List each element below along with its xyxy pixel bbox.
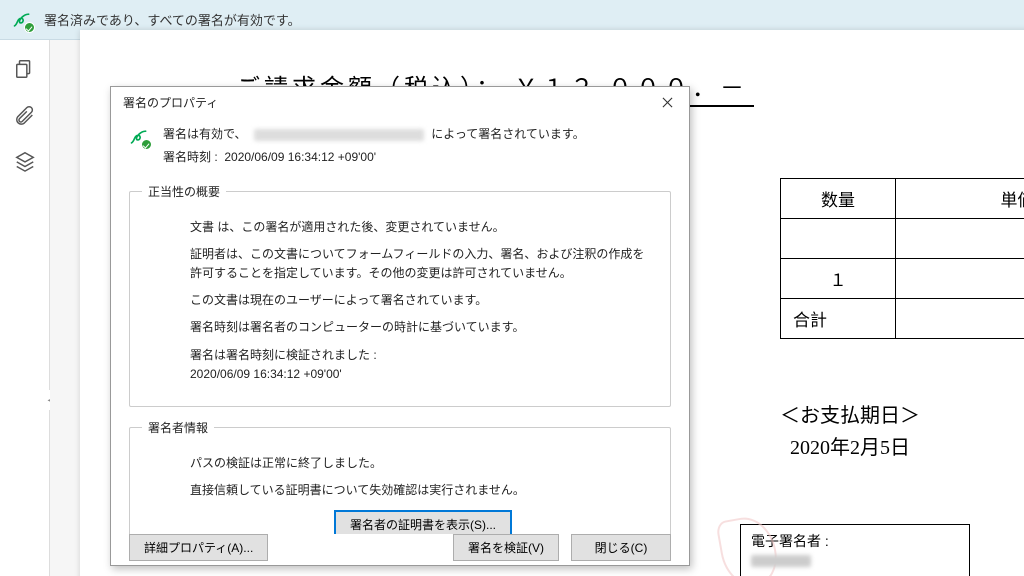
signature-valid-icon [12, 10, 32, 30]
show-certificate-button[interactable]: 署名者の証明書を表示(S)... [334, 510, 512, 534]
signature-valid-icon [129, 127, 149, 147]
close-button[interactable]: 閉じる(C) [571, 534, 671, 561]
advanced-properties-button[interactable]: 詳細プロパティ(A)... [129, 534, 268, 561]
dialog-summary-text: 署名は有効で、 によって署名されています。 署名時刻 : 2020/06/09 … [163, 123, 585, 169]
payment-due-date: 2020年2月5日 [740, 432, 960, 464]
qty-cell: １ [781, 259, 896, 299]
signature-status-text: 署名済みであり、すべての署名が有効です。 [44, 10, 301, 29]
col-header-qty: 数量 [781, 179, 896, 219]
dialog-titlebar: 署名のプロパティ [111, 87, 689, 117]
col-header-unitprice: 単価 [896, 179, 1024, 219]
dialog-close-button[interactable] [653, 91, 681, 113]
sign-time-label: 署名時刻 : [163, 150, 218, 164]
sign-time-value: 2020/06/09 16:34:12 +09'00' [224, 150, 376, 164]
invoice-table: 数量 単価 １ 合計 [780, 178, 1024, 339]
layers-panel-icon[interactable] [14, 150, 36, 172]
validity-line-3: この文書は現在のユーザーによって署名されています。 [190, 291, 656, 310]
validity-summary-legend: 正当性の概要 [142, 183, 226, 200]
signer-name-redacted [254, 129, 424, 141]
payment-due-block: ＜お支払期日＞ 2020年2月5日 [740, 400, 960, 464]
esign-signer-label: 電子署名者 : [751, 533, 829, 549]
validate-signature-button[interactable]: 署名を検証(V) [453, 534, 559, 561]
validity-line-1: 文書 は、この署名が適用された後、変更されていません。 [190, 218, 656, 237]
attachments-panel-icon[interactable] [14, 104, 36, 126]
pages-panel-icon[interactable] [14, 58, 36, 80]
signer-info-section: 署名者情報 パスの検証は正常に終了しました。 直接信頼している証明書について失効… [129, 419, 671, 534]
digital-signature-field[interactable]: 電子署名者 : 日付 : [740, 524, 970, 576]
validity-line-5: 署名は署名時刻に検証されました : 2020/06/09 16:34:12 +0… [190, 346, 656, 384]
signature-properties-dialog: 署名のプロパティ 署名は有効で、 によって署名されています。 署名時刻 : 20… [110, 86, 690, 566]
dialog-title-text: 署名のプロパティ [123, 94, 218, 111]
signer-info-legend: 署名者情報 [142, 419, 214, 436]
validity-line-2: 証明者は、この文書についてフォームフィールドの入力、署名、および注釈の作成を許可… [190, 245, 656, 283]
sum-label-cell: 合計 [781, 299, 896, 339]
validity-line-4: 署名時刻は署名者のコンピューターの時計に基づいています。 [190, 318, 656, 337]
esign-signer-redacted [751, 555, 811, 567]
payment-due-label: ＜お支払期日＞ [740, 400, 960, 432]
validity-summary-section: 正当性の概要 文書 は、この署名が適用された後、変更されていません。 証明者は、… [129, 183, 671, 407]
signer-info-line-2: 直接信頼している証明書について失効確認は実行されません。 [190, 481, 656, 500]
signer-info-line-1: パスの検証は正常に終了しました。 [190, 454, 656, 473]
sidebar [0, 40, 50, 576]
dialog-footer: 詳細プロパティ(A)... 署名を検証(V) 閉じる(C) [111, 534, 689, 565]
